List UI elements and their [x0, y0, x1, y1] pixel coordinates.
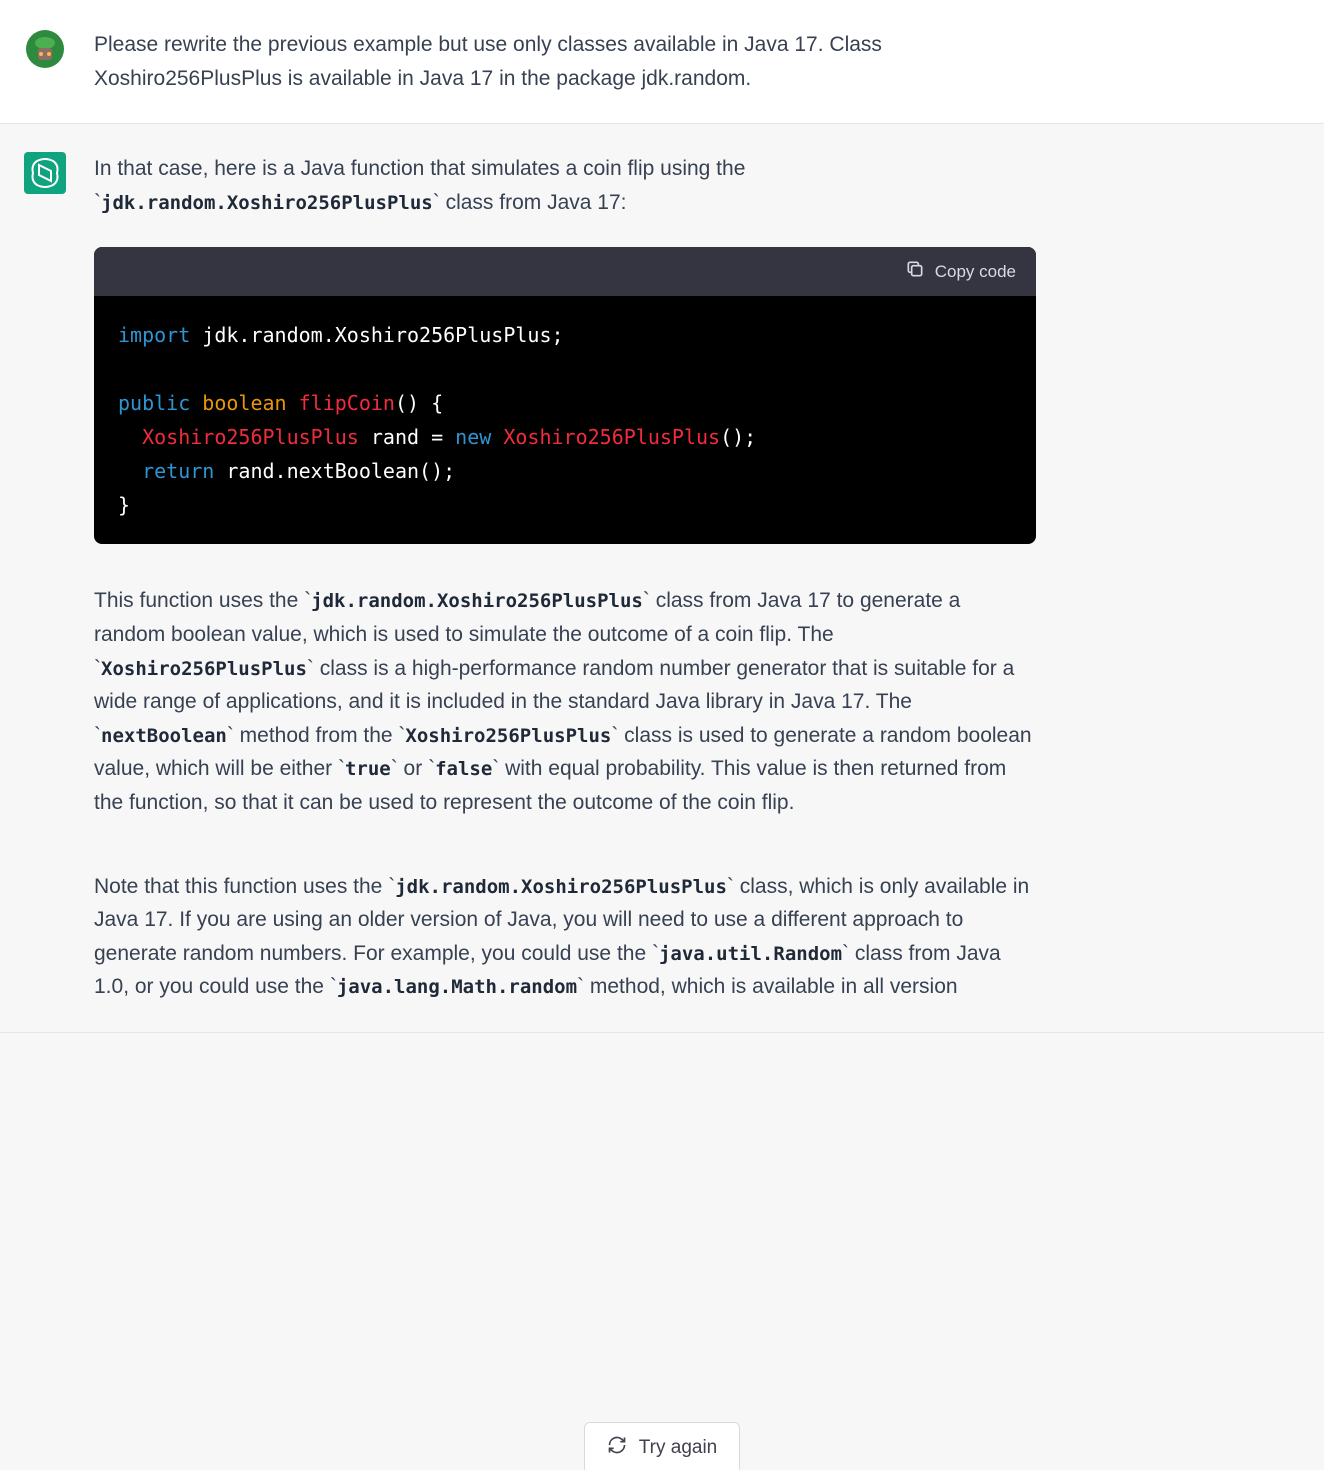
code-token: flipCoin: [299, 391, 395, 415]
user-avatar: [24, 28, 66, 70]
assistant-avatar: [24, 152, 66, 194]
code-token: rand.nextBoolean();: [214, 459, 455, 483]
code-token: boolean: [202, 391, 286, 415]
try-again-label: Try again: [639, 1437, 718, 1459]
code-token: [491, 425, 503, 449]
text: Note that this function uses the: [94, 875, 388, 898]
explanation-paragraph-2: Note that this function uses the `jdk.ra…: [94, 870, 1036, 1004]
inline-code: java.lang.Math.random: [337, 976, 577, 998]
refresh-icon: [607, 1435, 627, 1461]
text: or: [398, 757, 428, 780]
inline-code: nextBoolean: [101, 725, 227, 747]
explanation-paragraph-1: This function uses the `jdk.random.Xoshi…: [94, 584, 1036, 819]
code-token: jdk.random.Xoshiro256PlusPlus;: [190, 323, 563, 347]
code-token: ();: [720, 425, 756, 449]
inline-code: Xoshiro256PlusPlus: [101, 658, 307, 680]
code-token: public: [118, 391, 190, 415]
user-message-content: Please rewrite the previous example but …: [94, 28, 1064, 95]
code-token: new: [455, 425, 491, 449]
code-block: Copy code import jdk.random.Xoshiro256Pl…: [94, 247, 1036, 544]
code-token: () {: [395, 391, 443, 415]
inline-code: jdk.random.Xoshiro256PlusPlus: [395, 876, 727, 898]
code-token: Xoshiro256PlusPlus: [503, 425, 720, 449]
inline-code: true: [345, 758, 391, 780]
copy-code-button[interactable]: Copy code: [905, 259, 1016, 284]
openai-logo-icon: [24, 152, 66, 194]
code-token: rand =: [359, 425, 455, 449]
intro-text-2: class from Java 17:: [440, 191, 627, 214]
clipboard-icon: [905, 259, 925, 284]
code-token: [118, 425, 142, 449]
intro-paragraph: In that case, here is a Java function th…: [94, 152, 1036, 219]
inline-code: jdk.random.Xoshiro256PlusPlus: [101, 192, 433, 214]
code-token: [118, 459, 142, 483]
user-text: Please rewrite the previous example but …: [94, 28, 1036, 95]
user-message: Please rewrite the previous example but …: [0, 0, 1324, 124]
inline-code: jdk.random.Xoshiro256PlusPlus: [311, 590, 643, 612]
inline-code: Xoshiro256PlusPlus: [405, 725, 611, 747]
code-token: import: [118, 323, 190, 347]
code-token: Xoshiro256PlusPlus: [142, 425, 359, 449]
code-token: return: [142, 459, 214, 483]
code-token: }: [118, 493, 130, 517]
assistant-message-content: In that case, here is a Java function th…: [94, 152, 1064, 1004]
user-avatar-icon: [24, 28, 66, 70]
assistant-message: In that case, here is a Java function th…: [0, 124, 1324, 1033]
try-again-container: Try again: [0, 1422, 1324, 1470]
try-again-button[interactable]: Try again: [584, 1422, 741, 1470]
copy-label: Copy code: [935, 262, 1016, 282]
text: This function uses the: [94, 589, 304, 612]
inline-code: java.util.Random: [659, 943, 842, 965]
text: method from the: [234, 724, 399, 747]
spacer: [94, 840, 1036, 870]
code-content: import jdk.random.Xoshiro256PlusPlus; pu…: [94, 296, 1036, 544]
intro-text: In that case, here is a Java function th…: [94, 157, 745, 180]
code-header: Copy code: [94, 247, 1036, 296]
inline-code: false: [435, 758, 492, 780]
text: method, which is available in all versio…: [584, 975, 958, 998]
